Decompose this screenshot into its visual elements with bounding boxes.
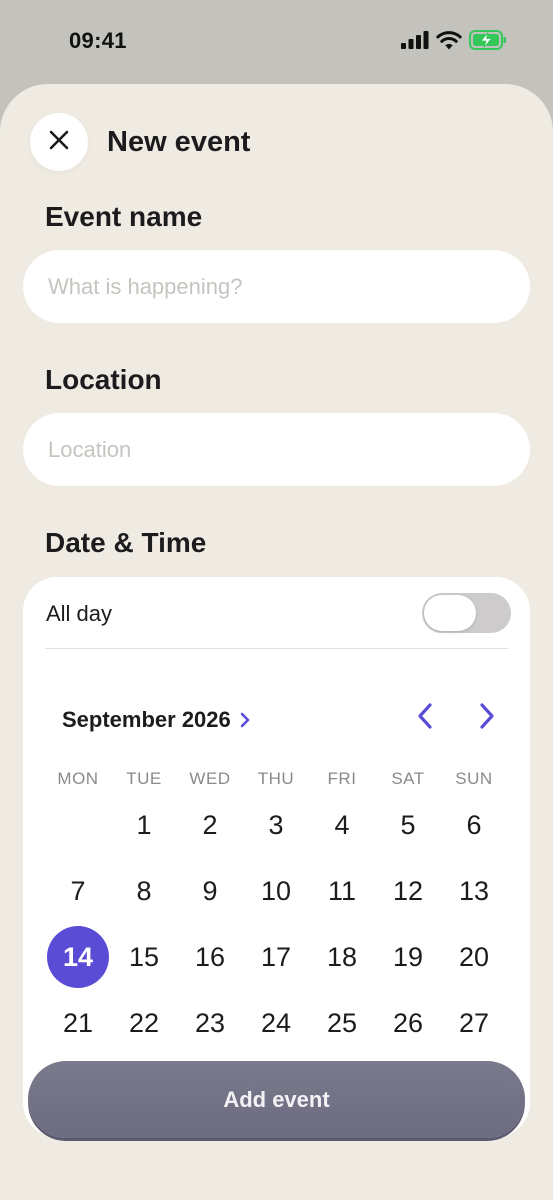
event-name-label: Event name xyxy=(45,201,203,232)
all-day-label: All day xyxy=(46,601,113,626)
calendar-day[interactable]: 4 xyxy=(311,794,373,856)
calendar-day[interactable]: 21 xyxy=(47,992,109,1054)
calendar-day[interactable]: 9 xyxy=(179,860,241,922)
calendar-day[interactable]: 1 xyxy=(113,794,175,856)
calendar-day[interactable]: 11 xyxy=(311,860,373,922)
calendar-day[interactable]: 3 xyxy=(245,794,307,856)
chevron-right-icon xyxy=(478,702,496,735)
location-field-container xyxy=(23,413,530,486)
calendar-day[interactable]: 12 xyxy=(377,860,439,922)
calendar-day[interactable]: 8 xyxy=(113,860,175,922)
calendar-day[interactable]: 15 xyxy=(113,926,175,988)
calendar-day[interactable]: 7 xyxy=(47,860,109,922)
weekday-label: WED xyxy=(189,769,231,788)
event-name-input[interactable] xyxy=(46,272,530,301)
page-title: New event xyxy=(107,126,251,158)
status-time: 09:41 xyxy=(69,28,127,53)
status-icons xyxy=(401,30,507,50)
all-day-toggle[interactable] xyxy=(422,593,511,633)
calendar-day[interactable]: 6 xyxy=(443,794,505,856)
calendar-day[interactable]: 24 xyxy=(245,992,307,1054)
calendar-day[interactable]: 18 xyxy=(311,926,373,988)
calendar-day[interactable]: 26 xyxy=(377,992,439,1054)
add-event-button[interactable]: Add event xyxy=(28,1061,525,1138)
location-input[interactable] xyxy=(46,435,530,464)
calendar-day[interactable]: 2 xyxy=(179,794,241,856)
month-selector[interactable]: September 2026 xyxy=(62,707,251,733)
chevron-right-icon xyxy=(239,711,251,729)
calendar-day[interactable]: 20 xyxy=(443,926,505,988)
weekday-label: MON xyxy=(57,769,99,788)
location-label: Location xyxy=(45,364,162,395)
calendar-day[interactable]: 23 xyxy=(179,992,241,1054)
close-button[interactable] xyxy=(30,113,88,171)
weekday-label: FRI xyxy=(327,769,357,788)
close-icon xyxy=(48,129,70,156)
weekday-label: SUN xyxy=(455,769,493,788)
event-name-field-container xyxy=(23,250,530,323)
calendar-day-selected[interactable]: 14 xyxy=(47,926,109,988)
previous-month-button[interactable] xyxy=(410,702,440,735)
next-month-button[interactable] xyxy=(472,702,502,735)
new-event-sheet: New event Event name Location Date & Tim… xyxy=(0,84,553,1200)
calendar-day[interactable]: 16 xyxy=(179,926,241,988)
cellular-signal-icon xyxy=(401,31,429,49)
calendar-day[interactable]: 5 xyxy=(377,794,439,856)
calendar-day[interactable]: 27 xyxy=(443,992,505,1054)
date-time-card: All day September 2026 MON TUE WED THU F… xyxy=(23,577,530,1137)
status-bar: 09:41 xyxy=(0,0,553,84)
battery-charging-icon xyxy=(469,30,507,50)
month-label: September 2026 xyxy=(62,707,231,732)
weekday-label: THU xyxy=(257,769,295,788)
calendar-day[interactable]: 10 xyxy=(245,860,307,922)
calendar-day[interactable]: 25 xyxy=(311,992,373,1054)
weekday-label: SAT xyxy=(391,769,425,788)
calendar-day[interactable]: 17 xyxy=(245,926,307,988)
calendar-day[interactable]: 19 xyxy=(377,926,439,988)
toggle-knob xyxy=(424,595,476,631)
weekday-label: TUE xyxy=(126,769,162,788)
calendar-day[interactable]: 13 xyxy=(443,860,505,922)
wifi-icon xyxy=(436,30,462,50)
chevron-left-icon xyxy=(416,702,434,735)
date-time-label: Date & Time xyxy=(45,527,207,558)
calendar-day[interactable]: 22 xyxy=(113,992,175,1054)
divider xyxy=(45,648,508,649)
